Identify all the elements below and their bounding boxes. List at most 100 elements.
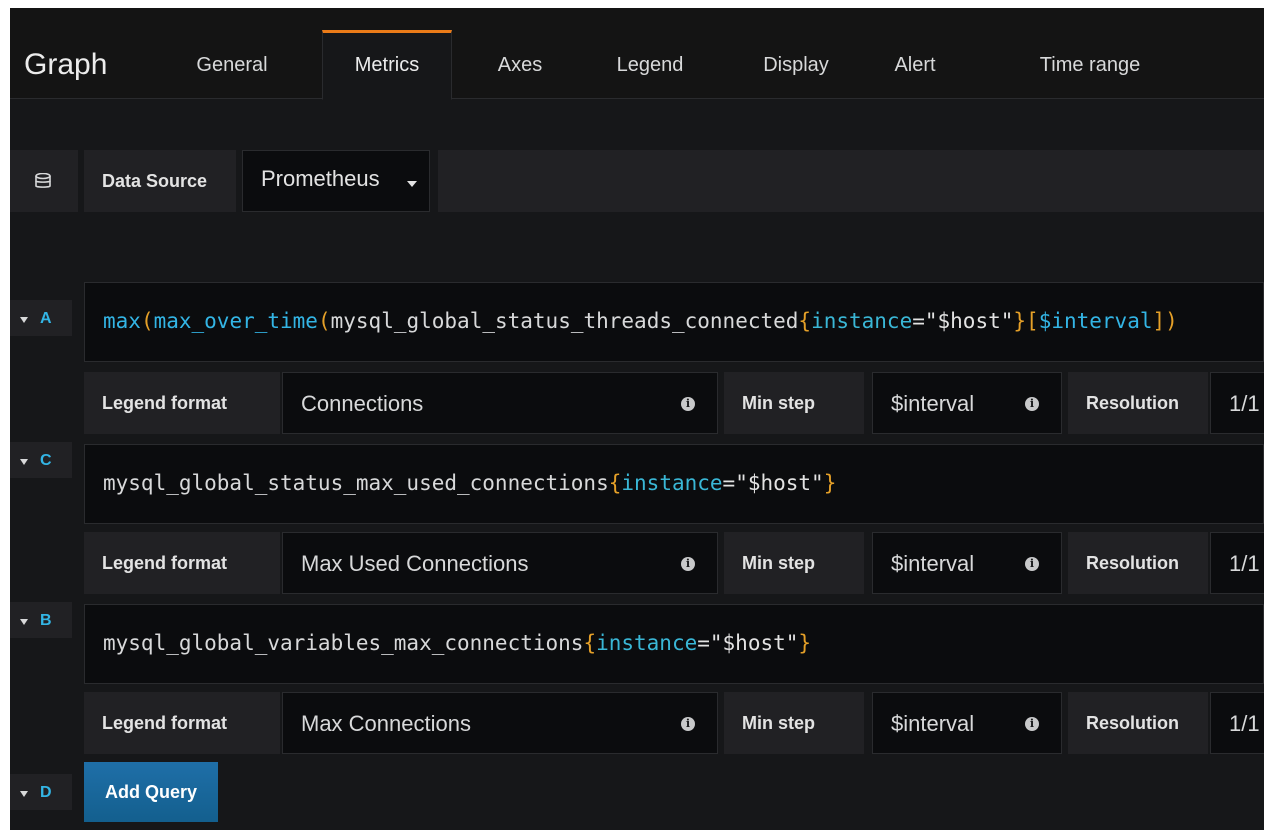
code-token: ="$host": [912, 309, 1014, 333]
datasource-icon-cell: [10, 150, 78, 212]
query-editor: Graph General Metrics Axes Legend Displa…: [10, 8, 1264, 830]
query-letter: B: [40, 612, 52, 629]
query-b-toggle[interactable]: B: [10, 602, 72, 638]
caret-down-icon: [407, 181, 417, 187]
query-b-code[interactable]: mysql_global_variables_max_connections{i…: [103, 631, 811, 655]
datasource-label: Data Source: [102, 171, 208, 191]
min-step-label-cell: Min step: [724, 532, 864, 594]
caret-down-icon: [20, 317, 28, 323]
tab-axes[interactable]: Axes: [480, 30, 560, 100]
legend-format-label-cell: Legend format: [84, 692, 280, 754]
info-icon[interactable]: i: [681, 397, 695, 411]
tab-time-range[interactable]: Time range: [1030, 30, 1150, 100]
query-a-expression[interactable]: max(max_over_time(mysql_global_status_th…: [84, 282, 1264, 362]
tab-metrics[interactable]: Metrics: [322, 30, 452, 100]
code-token: instance: [596, 631, 698, 655]
code-token: }: [823, 471, 837, 495]
query-a-code[interactable]: max(max_over_time(mysql_global_status_th…: [103, 309, 1178, 333]
min-step-input[interactable]: $interval i: [872, 372, 1062, 434]
legend-format-label: Legend format: [102, 553, 228, 573]
resolution-value: 1/1: [1229, 551, 1260, 576]
legend-format-input[interactable]: Max Used Connections i: [282, 532, 718, 594]
code-token: max_over_time: [153, 309, 318, 333]
resolution-select[interactable]: 1/1: [1210, 532, 1264, 594]
query-letter: D: [40, 784, 52, 801]
add-query-button[interactable]: Add Query: [84, 762, 218, 822]
code-token: $interval: [1038, 309, 1153, 333]
database-icon: [35, 173, 51, 188]
datasource-select[interactable]: Prometheus: [242, 150, 430, 212]
code-token: mysql_global_variables_max_connections: [103, 631, 584, 655]
code-token: mysql_global_status_threads_connected: [330, 309, 799, 333]
code-token: (: [140, 309, 154, 333]
caret-down-icon: [20, 791, 28, 797]
code-token: ="$host": [722, 471, 824, 495]
tab-general[interactable]: General: [182, 30, 282, 100]
code-token: ="$host": [697, 631, 799, 655]
resolution-select[interactable]: 1/1: [1210, 692, 1264, 754]
min-step-value: $interval: [891, 711, 975, 736]
code-token: }: [1013, 309, 1027, 333]
min-step-value: $interval: [891, 551, 975, 576]
panel-title: Graph: [24, 48, 108, 81]
code-token: {: [583, 631, 597, 655]
code-token: {: [798, 309, 812, 333]
info-icon[interactable]: i: [681, 557, 695, 571]
tab-legend[interactable]: Legend: [600, 30, 700, 100]
legend-format-value: Max Used Connections: [301, 551, 529, 576]
resolution-label: Resolution: [1086, 553, 1179, 573]
tab-display[interactable]: Display: [746, 30, 846, 100]
resolution-label: Resolution: [1086, 713, 1179, 733]
min-step-input[interactable]: $interval i: [872, 692, 1062, 754]
query-c-toggle[interactable]: C: [10, 442, 72, 478]
code-token: instance: [621, 471, 723, 495]
min-step-input[interactable]: $interval i: [872, 532, 1062, 594]
code-token: (: [317, 309, 331, 333]
query-a-toggle[interactable]: A: [10, 300, 72, 336]
legend-format-label: Legend format: [102, 393, 228, 413]
info-icon[interactable]: i: [1025, 717, 1039, 731]
code-token: max: [103, 309, 141, 333]
min-step-label: Min step: [742, 553, 816, 573]
min-step-label: Min step: [742, 393, 816, 413]
query-c-code[interactable]: mysql_global_status_max_used_connections…: [103, 471, 836, 495]
min-step-label-cell: Min step: [724, 692, 864, 754]
info-icon[interactable]: i: [681, 717, 695, 731]
legend-format-input[interactable]: Connections i: [282, 372, 718, 434]
legend-format-label-cell: Legend format: [84, 532, 280, 594]
info-icon[interactable]: i: [1025, 397, 1039, 411]
min-step-value: $interval: [891, 391, 975, 416]
legend-format-label: Legend format: [102, 713, 228, 733]
query-b-expression[interactable]: mysql_global_variables_max_connections{i…: [84, 604, 1264, 684]
datasource-label-cell: Data Source: [84, 150, 236, 212]
resolution-label-cell: Resolution: [1068, 532, 1208, 594]
panel-editor-header: Graph General Metrics Axes Legend Displa…: [10, 8, 1264, 100]
legend-format-input[interactable]: Max Connections i: [282, 692, 718, 754]
min-step-label-cell: Min step: [724, 372, 864, 434]
code-token: {: [608, 471, 622, 495]
tab-alert[interactable]: Alert: [880, 30, 950, 100]
caret-down-icon: [20, 459, 28, 465]
resolution-label-cell: Resolution: [1068, 372, 1208, 434]
code-token: }: [798, 631, 812, 655]
datasource-filler: [438, 150, 1264, 212]
code-token: ]: [1152, 309, 1166, 333]
resolution-label-cell: Resolution: [1068, 692, 1208, 754]
legend-format-value: Max Connections: [301, 711, 471, 736]
caret-down-icon: [20, 619, 28, 625]
code-token: instance: [811, 309, 913, 333]
query-letter: A: [40, 310, 52, 327]
legend-format-value: Connections: [301, 391, 424, 416]
min-step-label: Min step: [742, 713, 816, 733]
resolution-select[interactable]: 1/1: [1210, 372, 1264, 434]
code-token: [: [1026, 309, 1039, 333]
query-letter: C: [40, 452, 52, 469]
code-token: ): [1165, 309, 1178, 333]
query-c-expression[interactable]: mysql_global_status_max_used_connections…: [84, 444, 1264, 524]
resolution-label: Resolution: [1086, 393, 1179, 413]
code-token: mysql_global_status_max_used_connections: [103, 471, 609, 495]
info-icon[interactable]: i: [1025, 557, 1039, 571]
resolution-value: 1/1: [1229, 711, 1260, 736]
query-d-toggle[interactable]: D: [10, 774, 72, 810]
datasource-value: Prometheus: [261, 166, 380, 191]
